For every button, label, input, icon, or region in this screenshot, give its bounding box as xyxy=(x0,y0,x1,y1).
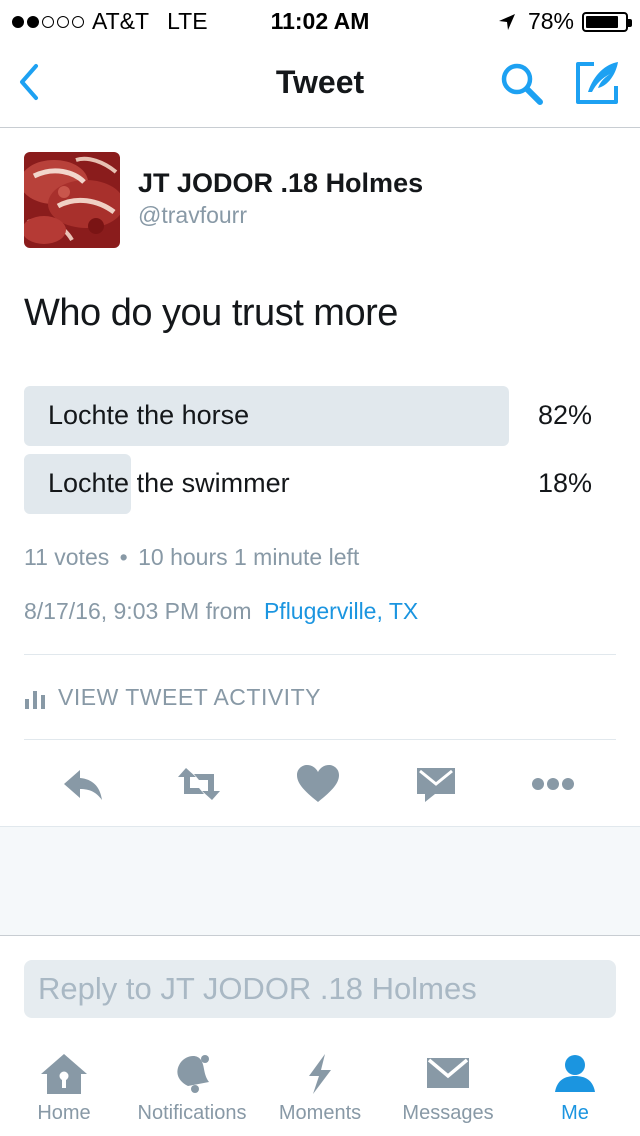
tab-notifications[interactable]: Notifications xyxy=(126,1040,258,1136)
reply-icon[interactable] xyxy=(60,764,106,804)
tab-label: Moments xyxy=(278,1102,362,1124)
empty-replies-area xyxy=(0,826,640,936)
direct-message-icon[interactable] xyxy=(413,764,459,804)
poll-option-percent: 18% xyxy=(537,468,592,498)
divider xyxy=(24,739,616,740)
tab-bar: Home Notifications Moments Messages Me xyxy=(0,1040,640,1136)
tab-label: Home xyxy=(37,1102,91,1124)
poll-option-percent: 82% xyxy=(537,400,592,430)
navigation-bar: Tweet xyxy=(0,40,640,128)
tab-moments[interactable]: Moments xyxy=(268,1040,372,1136)
search-icon[interactable] xyxy=(498,60,546,108)
meta-separator: • xyxy=(119,544,128,570)
poll-time-left: 10 hours 1 minute left xyxy=(138,544,360,570)
tweet-actions xyxy=(0,756,640,812)
location-arrow-icon xyxy=(498,13,515,30)
tab-label: Me xyxy=(561,1102,589,1124)
display-name[interactable]: JT JODOR .18 Holmes xyxy=(138,168,423,199)
tab-home[interactable]: Home xyxy=(14,1040,114,1136)
divider xyxy=(24,654,616,655)
avatar[interactable] xyxy=(24,152,120,248)
status-right: 78% xyxy=(498,8,632,35)
more-icon[interactable] xyxy=(530,764,576,804)
view-tweet-activity-button[interactable]: VIEW TWEET ACTIVITY xyxy=(24,684,321,711)
envelope-icon xyxy=(427,1058,469,1088)
tab-me[interactable]: Me xyxy=(530,1040,620,1136)
bar-chart-icon xyxy=(25,690,45,709)
poll-option: Lochte the swimmer 18% xyxy=(24,454,616,514)
battery-percent: 78% xyxy=(527,8,574,34)
bell-icon xyxy=(177,1055,209,1093)
tab-label: Notifications xyxy=(137,1102,247,1124)
person-icon xyxy=(555,1055,595,1092)
from-label: from xyxy=(205,598,252,624)
poll-votes: 11 votes xyxy=(24,544,110,570)
lightning-icon xyxy=(309,1054,331,1094)
avatar-image xyxy=(24,152,120,248)
home-icon xyxy=(41,1054,87,1094)
tab-messages[interactable]: Messages xyxy=(392,1040,504,1136)
poll-meta: 11 votes • 10 hours 1 minute left xyxy=(24,544,359,571)
user-handle[interactable]: @travfourr xyxy=(138,202,247,229)
poll-option-label: Lochte the horse xyxy=(48,400,250,430)
compose-tweet-icon[interactable] xyxy=(572,58,622,108)
tab-label: Messages xyxy=(402,1102,494,1124)
retweet-icon[interactable] xyxy=(176,764,222,804)
poll-option-label: Lochte the swimmer xyxy=(48,468,290,498)
tweet-timestamp: 8/17/16, 9:03 PM xyxy=(24,598,200,624)
tweet-timestamp-line: 8/17/16, 9:03 PM from Pflugerville, TX xyxy=(24,598,418,625)
poll-option: Lochte the horse 82% xyxy=(24,386,616,446)
battery-icon xyxy=(582,11,632,32)
activity-label: VIEW TWEET ACTIVITY xyxy=(58,684,321,710)
reply-input[interactable] xyxy=(24,960,616,1018)
tweet-text: Who do you trust more xyxy=(24,292,398,334)
like-icon[interactable] xyxy=(295,764,341,804)
status-bar: AT&T LTE 11:02 AM 78% xyxy=(0,0,640,40)
tweet-location-link[interactable]: Pflugerville, TX xyxy=(264,598,418,624)
